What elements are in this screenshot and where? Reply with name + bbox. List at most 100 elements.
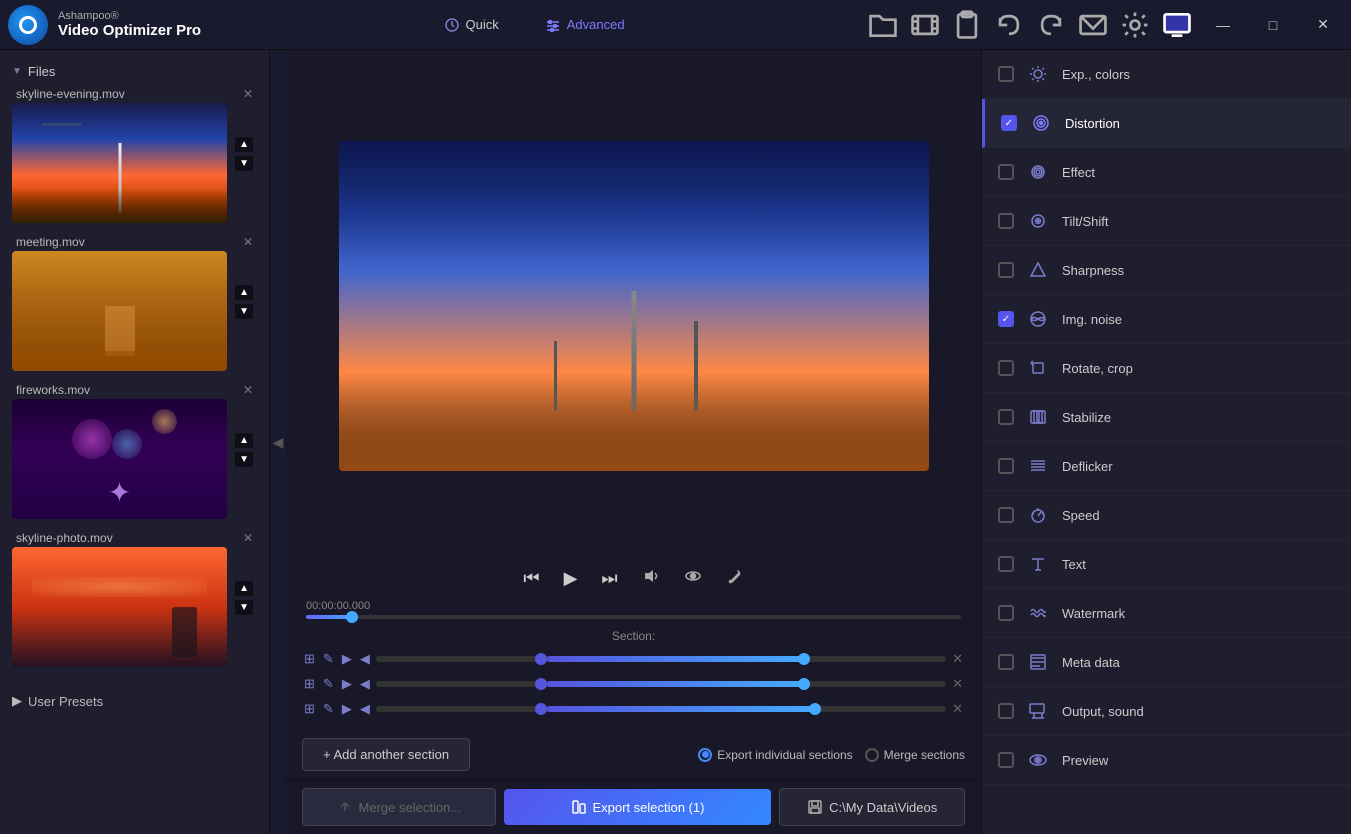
merge-sections-option[interactable]: Merge sections <box>865 748 965 762</box>
panel-effect[interactable]: Effect <box>982 148 1351 197</box>
section3-close[interactable]: ✕ <box>950 699 965 719</box>
text-checkbox[interactable] <box>998 556 1014 572</box>
panel-rotate-crop[interactable]: Rotate, crop <box>982 344 1351 393</box>
panel-exp-colors[interactable]: Exp., colors <box>982 50 1351 99</box>
panel-text[interactable]: Text <box>982 540 1351 589</box>
section3-left[interactable]: ◀ <box>358 699 372 719</box>
panel-deflicker[interactable]: Deflicker <box>982 442 1351 491</box>
merge-sections-radio[interactable] <box>865 748 879 762</box>
export-individual-radio[interactable] <box>698 748 712 762</box>
img-noise-checkbox[interactable] <box>998 311 1014 327</box>
panel-preview[interactable]: Preview <box>982 736 1351 785</box>
file4-down[interactable]: ▼ <box>235 600 253 615</box>
volume-btn[interactable] <box>638 563 664 594</box>
add-section-btn[interactable]: + Add another section <box>302 738 470 771</box>
quick-btn[interactable]: Quick <box>436 13 507 37</box>
minimize-btn[interactable]: — <box>1203 5 1243 45</box>
close-btn[interactable]: ✕ <box>1303 5 1343 45</box>
merge-btn[interactable]: Merge selection... <box>302 788 496 826</box>
step-forward-btn[interactable]: ⏭ <box>597 564 621 593</box>
eye-btn[interactable] <box>680 563 706 594</box>
file2-up[interactable]: ▲ <box>235 285 253 300</box>
file4-close[interactable]: ✕ <box>243 531 253 545</box>
section2-track[interactable] <box>376 681 946 687</box>
panel-tilt-shift[interactable]: Tilt/Shift <box>982 197 1351 246</box>
maximize-btn[interactable]: □ <box>1253 5 1293 45</box>
panel-sharpness[interactable]: Sharpness <box>982 246 1351 295</box>
speed-checkbox[interactable] <box>998 507 1014 523</box>
rotate-crop-checkbox[interactable] <box>998 360 1014 376</box>
play-btn[interactable]: ▶ <box>560 564 582 593</box>
user-presets-section[interactable]: ▶ User Presets <box>0 685 269 717</box>
section2-close[interactable]: ✕ <box>950 674 965 694</box>
file3-close[interactable]: ✕ <box>243 383 253 397</box>
progress-thumb[interactable] <box>346 611 358 623</box>
export-individual-option[interactable]: Export individual sections <box>698 748 852 762</box>
section3-handle-left[interactable] <box>535 703 547 715</box>
file3-down[interactable]: ▼ <box>235 452 253 467</box>
folder-btn[interactable] <box>867 9 899 41</box>
filmstrip-btn[interactable] <box>909 9 941 41</box>
section3-edit[interactable]: ✎ <box>321 699 336 719</box>
meta-data-checkbox[interactable] <box>998 654 1014 670</box>
watermark-checkbox[interactable] <box>998 605 1014 621</box>
section2-edit[interactable]: ✎ <box>321 674 336 694</box>
wrench-btn[interactable] <box>722 563 748 594</box>
panel-meta-data[interactable]: Meta data <box>982 638 1351 687</box>
panel-stabilize[interactable]: Stabilize <box>982 393 1351 442</box>
panel-output-sound[interactable]: Output, sound <box>982 687 1351 736</box>
section3-handle-right[interactable] <box>809 703 821 715</box>
section1-edit[interactable]: ✎ <box>321 649 336 669</box>
monitor-btn[interactable] <box>1161 9 1193 41</box>
panel-img-noise[interactable]: Img. noise <box>982 295 1351 344</box>
files-header[interactable]: ▼ Files <box>12 58 257 85</box>
settings-btn[interactable] <box>1119 9 1151 41</box>
section2-handle-left[interactable] <box>535 678 547 690</box>
file1-down[interactable]: ▼ <box>235 156 253 171</box>
section1-track[interactable] <box>376 656 946 662</box>
panel-watermark[interactable]: Watermark <box>982 589 1351 638</box>
email-btn[interactable] <box>1077 9 1109 41</box>
panel-distortion[interactable]: Distortion <box>982 99 1351 148</box>
undo-btn[interactable] <box>993 9 1025 41</box>
section1-handle-left[interactable] <box>535 653 547 665</box>
advanced-btn[interactable]: Advanced <box>537 13 633 37</box>
section1-left[interactable]: ◀ <box>358 649 372 669</box>
deflicker-checkbox[interactable] <box>998 458 1014 474</box>
file2-thumb[interactable] <box>12 251 227 371</box>
section2-add[interactable]: ⊞ <box>302 674 317 694</box>
section2-handle-right[interactable] <box>798 678 810 690</box>
file1-up[interactable]: ▲ <box>235 137 253 152</box>
exp-colors-checkbox[interactable] <box>998 66 1014 82</box>
section3-add[interactable]: ⊞ <box>302 699 317 719</box>
stabilize-checkbox[interactable] <box>998 409 1014 425</box>
export-btn[interactable]: Export selection (1) <box>504 789 772 825</box>
file1-thumb[interactable] <box>12 103 227 223</box>
file4-up[interactable]: ▲ <box>235 581 253 596</box>
file2-down[interactable]: ▼ <box>235 304 253 319</box>
step-back-btn[interactable]: ⏮ <box>519 564 543 593</box>
section2-left[interactable]: ◀ <box>358 674 372 694</box>
file3-up[interactable]: ▲ <box>235 433 253 448</box>
file2-close[interactable]: ✕ <box>243 235 253 249</box>
section3-track[interactable] <box>376 706 946 712</box>
panel-speed[interactable]: Speed <box>982 491 1351 540</box>
file4-thumb[interactable] <box>12 547 227 667</box>
distortion-checkbox[interactable] <box>1001 115 1017 131</box>
path-btn[interactable]: C:\My Data\Videos <box>779 788 965 826</box>
effect-checkbox[interactable] <box>998 164 1014 180</box>
section1-add[interactable]: ⊞ <box>302 649 317 669</box>
collapse-handle[interactable]: ◀ <box>270 50 286 834</box>
section2-right[interactable]: ▶ <box>340 674 354 694</box>
video-preview[interactable] <box>339 141 929 471</box>
file3-thumb[interactable]: ✦ <box>12 399 227 519</box>
section3-right[interactable]: ▶ <box>340 699 354 719</box>
section1-close[interactable]: ✕ <box>950 649 965 669</box>
file1-close[interactable]: ✕ <box>243 87 253 101</box>
redo-btn[interactable] <box>1035 9 1067 41</box>
section1-right[interactable]: ▶ <box>340 649 354 669</box>
preview-checkbox[interactable] <box>998 752 1014 768</box>
clipboard-btn[interactable] <box>951 9 983 41</box>
tilt-shift-checkbox[interactable] <box>998 213 1014 229</box>
progress-bar[interactable] <box>306 615 961 619</box>
